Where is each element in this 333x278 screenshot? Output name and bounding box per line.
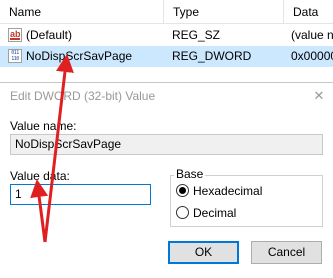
hexadecimal-label[interactable]: Hexadecimal — [193, 184, 262, 198]
value-data-label: Value data: — [10, 169, 70, 183]
hexadecimal-radio[interactable] — [176, 184, 189, 197]
value-type-cell: REG_SZ — [172, 28, 221, 42]
column-header-name[interactable]: Name — [0, 0, 163, 24]
edit-dword-dialog: Edit DWORD (32-bit) Value ✕ Value name: … — [0, 82, 333, 278]
value-name-cell: NoDispScrSavPage — [26, 49, 133, 63]
binary-value-icon: 011 110 — [8, 49, 22, 63]
column-header-type[interactable]: Type — [163, 0, 283, 24]
dialog-titlebar[interactable]: Edit DWORD (32-bit) Value ✕ — [0, 83, 333, 109]
column-header-data[interactable]: Data — [283, 0, 333, 24]
value-name-field: NoDispScrSavPage — [10, 134, 323, 155]
list-item-selected[interactable]: 011 110 NoDispScrSavPage REG_DWORD 0x000… — [0, 46, 333, 67]
dialog-title: Edit DWORD (32-bit) Value — [10, 89, 156, 103]
value-data-cell: 0x000000 — [291, 49, 333, 63]
value-data-cell: (value n — [291, 28, 333, 42]
list-header: Name Type Data — [0, 0, 333, 24]
binary-value-icon-glyph: 011 110 — [11, 50, 19, 62]
string-value-icon: ab — [8, 28, 22, 42]
cancel-button[interactable]: Cancel — [251, 241, 322, 264]
value-name-label: Value name: — [10, 119, 77, 133]
value-data-input[interactable]: 1 — [10, 184, 151, 205]
decimal-radio[interactable] — [176, 206, 189, 219]
list-item[interactable]: ab (Default) REG_SZ (value n — [0, 25, 333, 46]
close-icon[interactable]: ✕ — [305, 83, 333, 109]
ok-button[interactable]: OK — [168, 241, 239, 264]
value-name-cell: (Default) — [26, 28, 73, 42]
base-label: Base — [174, 167, 206, 181]
registry-values-list: Name Type Data ab (Default) REG_SZ (valu… — [0, 0, 333, 70]
value-type-cell: REG_DWORD — [172, 49, 252, 63]
decimal-label[interactable]: Decimal — [193, 206, 236, 220]
